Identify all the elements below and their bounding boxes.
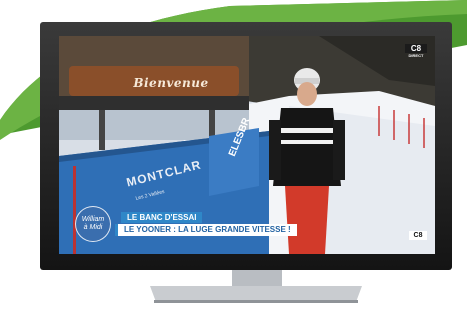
channel-badge: DIRECT bbox=[408, 53, 424, 58]
banner-title: LE BANC D'ESSAI bbox=[121, 212, 203, 223]
channel-name: C8 bbox=[405, 44, 427, 53]
show-logo-line2: à Midi bbox=[83, 224, 103, 231]
tv-illustration: Bienvenue MONTCLAR Les 2 Vallées ELESBR … bbox=[0, 0, 467, 310]
tv-stand-icon bbox=[150, 268, 362, 303]
show-logo-line1: William bbox=[81, 216, 105, 223]
sign-text: Bienvenue bbox=[133, 76, 209, 90]
tv-screen: Bienvenue MONTCLAR Les 2 Vallées ELESBR … bbox=[59, 36, 435, 254]
banner-subtitle: LE YOONER : LA LUGE GRANDE VITESSE ! bbox=[115, 224, 297, 236]
ski-slope-scene bbox=[59, 36, 435, 254]
channel-logo-icon: C8 DIRECT bbox=[405, 44, 427, 58]
show-logo-icon: William à Midi bbox=[75, 206, 111, 242]
channel-watermark: C8 bbox=[409, 231, 427, 240]
